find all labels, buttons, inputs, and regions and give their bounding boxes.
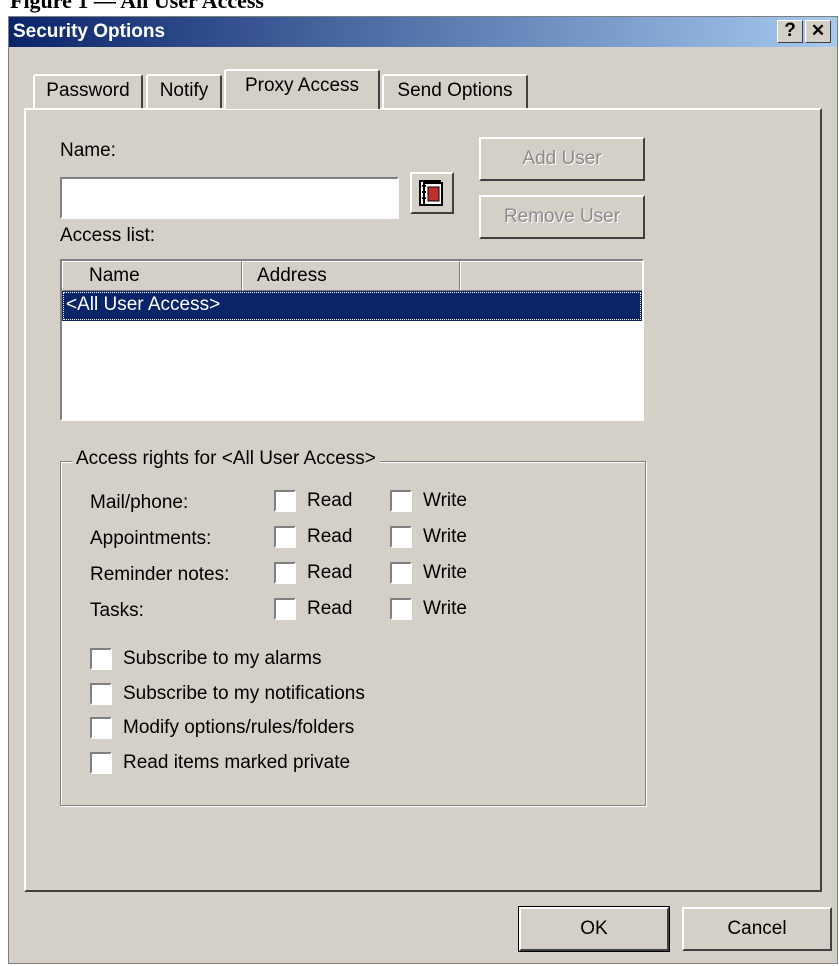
checkbox-label: Write — [423, 562, 467, 583]
ok-button[interactable]: OK — [518, 906, 670, 952]
column-header-name[interactable]: Name — [62, 261, 242, 291]
close-button[interactable]: ✕ — [805, 20, 831, 43]
proxy-access-panel: Name: Add User Remove User Access list: … — [24, 108, 822, 892]
checkbox-label: Subscribe to my notifications — [123, 683, 365, 704]
subscribe-alarms-checkbox[interactable]: Subscribe to my alarms — [90, 648, 322, 670]
window-title: Security Options — [13, 21, 166, 42]
tasks-write-checkbox[interactable]: Write — [390, 598, 467, 620]
remove-user-button[interactable]: Remove User — [479, 195, 645, 239]
checkbox-box[interactable] — [90, 717, 112, 739]
mail-read-checkbox[interactable]: Read — [274, 490, 352, 512]
tab-notify[interactable]: Notify — [146, 74, 222, 108]
name-label: Name: — [60, 140, 116, 161]
reminder-read-checkbox[interactable]: Read — [274, 562, 352, 584]
add-user-button[interactable]: Add User — [479, 137, 645, 181]
tab-proxy-access[interactable]: Proxy Access — [224, 69, 380, 109]
tab-send-options[interactable]: Send Options — [382, 74, 528, 108]
checkbox-label: Read — [307, 598, 353, 619]
checkbox-label: Write — [423, 490, 467, 511]
checkbox-box[interactable] — [390, 562, 412, 584]
checkbox-label: Write — [423, 526, 467, 547]
checkbox-box[interactable] — [390, 490, 412, 512]
reminder-write-checkbox[interactable]: Write — [390, 562, 467, 584]
checkbox-label: Read — [307, 526, 353, 547]
checkbox-label: Write — [423, 598, 467, 619]
category-label-reminder-notes: Reminder notes: — [90, 564, 230, 585]
checkbox-box[interactable] — [274, 598, 296, 620]
category-label-mail-phone: Mail/phone: — [90, 492, 189, 513]
address-book-icon — [417, 180, 447, 213]
checkbox-label: Read items marked private — [123, 752, 351, 773]
access-rights-legend: Access rights for <All User Access> — [72, 448, 380, 470]
category-label-tasks: Tasks: — [90, 600, 144, 621]
document-caption: Figure 1 — All User Access — [10, 0, 264, 13]
column-header-extra[interactable] — [460, 261, 642, 291]
checkbox-box[interactable] — [90, 752, 112, 774]
access-list-label: Access list: — [60, 225, 156, 246]
appointments-read-checkbox[interactable]: Read — [274, 526, 352, 548]
access-list[interactable]: Name Address <All User Access> — [60, 259, 644, 421]
security-options-dialog: Security Options ? ✕ Password Notify Pro… — [8, 16, 838, 964]
help-button[interactable]: ? — [777, 20, 803, 43]
list-item[interactable]: <All User Access> — [62, 291, 642, 321]
checkbox-box[interactable] — [390, 598, 412, 620]
appointments-write-checkbox[interactable]: Write — [390, 526, 467, 548]
checkbox-label: Subscribe to my alarms — [123, 648, 322, 669]
checkbox-label: Read — [307, 562, 353, 583]
checkbox-box[interactable] — [90, 648, 112, 670]
address-book-button[interactable] — [410, 172, 454, 214]
checkbox-box[interactable] — [274, 526, 296, 548]
mail-write-checkbox[interactable]: Write — [390, 490, 467, 512]
cancel-button[interactable]: Cancel — [682, 907, 832, 951]
tasks-read-checkbox[interactable]: Read — [274, 598, 352, 620]
modify-options-checkbox[interactable]: Modify options/rules/folders — [90, 717, 354, 739]
category-label-appointments: Appointments: — [90, 528, 212, 549]
title-bar[interactable]: Security Options ? ✕ — [9, 17, 837, 47]
checkbox-box[interactable] — [274, 562, 296, 584]
tab-password[interactable]: Password — [33, 74, 143, 108]
name-input[interactable] — [60, 177, 399, 219]
checkbox-box[interactable] — [390, 526, 412, 548]
checkbox-label: Read — [307, 490, 353, 511]
checkbox-box[interactable] — [90, 683, 112, 705]
read-private-checkbox[interactable]: Read items marked private — [90, 752, 350, 774]
column-header-address[interactable]: Address — [242, 261, 460, 291]
subscribe-notifications-checkbox[interactable]: Subscribe to my notifications — [90, 683, 365, 705]
checkbox-label: Modify options/rules/folders — [123, 717, 355, 738]
checkbox-box[interactable] — [274, 490, 296, 512]
